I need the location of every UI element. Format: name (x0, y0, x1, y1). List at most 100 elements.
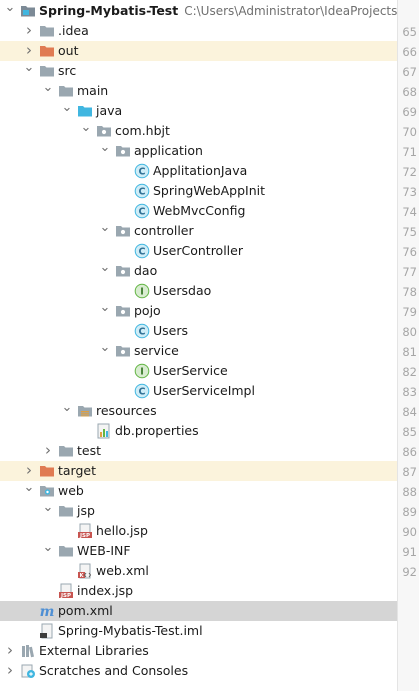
expand-arrow-down-icon[interactable]: ⌄ (42, 541, 54, 561)
tree-node-label: application (134, 143, 203, 158)
tree-node-label: controller (134, 223, 194, 238)
expand-arrow-right-icon[interactable]: › (23, 461, 35, 481)
xml-file-icon: K (77, 563, 93, 579)
expand-arrow-down-icon[interactable]: ⌄ (4, 1, 16, 21)
expand-arrow-down-icon[interactable]: ⌄ (99, 261, 111, 281)
tree-row[interactable]: m pom.xml (0, 601, 397, 621)
expand-arrow-down-icon[interactable]: ⌄ (42, 501, 54, 521)
tree-row[interactable]: C WebMvcConfig (0, 201, 397, 221)
tree-row[interactable]: ⌄ Spring-Mybatis-Test C:\Users\Administrat… (0, 1, 397, 21)
expand-arrow-down-icon[interactable]: ⌄ (42, 81, 54, 101)
package-icon (115, 223, 131, 239)
svg-text:m: m (40, 604, 55, 619)
line-number: 85 (402, 425, 417, 439)
tree-node-label: WebMvcConfig (153, 203, 246, 218)
tree-row[interactable]: JSP hello.jsp (0, 521, 397, 541)
tree-node-label: resources (96, 403, 157, 418)
tree-row[interactable]: ⌄ resources (0, 401, 397, 421)
tree-row[interactable]: C SpringWebAppInit (0, 181, 397, 201)
source-folder-icon (77, 103, 93, 119)
line-number: 87 (402, 465, 417, 479)
tree-node-label: UserServiceImpl (153, 383, 255, 398)
expand-arrow-down-icon[interactable]: ⌄ (99, 301, 111, 321)
tree-row[interactable]: ⌄ src (0, 61, 397, 81)
expand-arrow-down-icon[interactable]: ⌄ (99, 341, 111, 361)
tree-row[interactable]: C UserController (0, 241, 397, 261)
tree-row[interactable]: ⌄ web (0, 481, 397, 501)
tree-node-label: test (77, 443, 102, 458)
tree-row[interactable]: ⌄ WEB-INF (0, 541, 397, 561)
tree-row[interactable]: ⌄ dao (0, 261, 397, 281)
tree-row[interactable]: Kweb.xml (0, 561, 397, 581)
tree-row[interactable]: db.properties (0, 421, 397, 441)
svg-text:C: C (139, 327, 146, 338)
tree-row[interactable]: ⌄ controller (0, 221, 397, 241)
expand-arrow-right-icon[interactable]: › (42, 441, 54, 461)
tree-row[interactable]: › Scratches and Consoles (0, 661, 397, 681)
expand-arrow-right-icon[interactable]: › (23, 21, 35, 41)
tree-row[interactable]: ⌄ com.hbjt (0, 121, 397, 141)
svg-text:C: C (139, 387, 146, 398)
web-folder-icon (39, 483, 55, 499)
tree-row[interactable]: › .idea (0, 21, 397, 41)
line-number: 73 (402, 185, 417, 199)
tree-node-label: src (58, 63, 77, 78)
line-number: 65 (402, 25, 417, 39)
line-number: 75 (402, 225, 417, 239)
expand-arrow-right-icon[interactable]: › (4, 661, 16, 681)
tree-node-label: Spring-Mybatis-Test.iml (58, 623, 203, 638)
tree-node-label: UserService (153, 363, 228, 378)
line-number: 79 (402, 305, 417, 319)
expand-arrow-down-icon[interactable]: ⌄ (99, 221, 111, 241)
tree-row[interactable]: C ApplitationJava (0, 161, 397, 181)
svg-text:C: C (139, 167, 146, 178)
tree-row[interactable]: I UserService (0, 361, 397, 381)
module-folder-icon (20, 3, 36, 19)
expand-arrow-down-icon[interactable]: ⌄ (23, 481, 35, 501)
tree-row[interactable]: ⌄ java (0, 101, 397, 121)
tree-row[interactable]: › target (0, 461, 397, 481)
line-number: 80 (402, 325, 417, 339)
tree-row[interactable]: ⌄ main (0, 81, 397, 101)
tree-row[interactable]: I Usersdao (0, 281, 397, 301)
tree-row[interactable]: ⌄ jsp (0, 501, 397, 521)
tree-row[interactable]: ⌄ service (0, 341, 397, 361)
package-icon (115, 303, 131, 319)
package-icon (115, 143, 131, 159)
expand-arrow-down-icon[interactable]: ⌄ (99, 141, 111, 161)
tree-node-label: main (77, 83, 109, 98)
excluded-folder-icon (39, 43, 55, 59)
expand-arrow-down-icon[interactable]: ⌄ (23, 61, 35, 81)
line-number: 71 (402, 145, 417, 159)
tree-row[interactable]: › out (0, 41, 397, 61)
tree-row[interactable]: JSP index.jsp (0, 581, 397, 601)
tree-row[interactable]: ⌄ pojo (0, 301, 397, 321)
tree-row[interactable]: › External Libraries (0, 641, 397, 661)
svg-text:I: I (140, 287, 144, 298)
folder-icon (58, 503, 74, 519)
tree-node-label: java (96, 103, 123, 118)
expand-arrow-right-icon[interactable]: › (4, 641, 16, 661)
tree-row[interactable]: ⌄ application (0, 141, 397, 161)
svg-text:I: I (140, 367, 144, 378)
tree-row[interactable]: C Users (0, 321, 397, 341)
line-number: 72 (402, 165, 417, 179)
line-number: 81 (402, 345, 417, 359)
tree-node-label: target (58, 463, 97, 478)
libraries-icon (20, 643, 36, 659)
line-number: 83 (402, 385, 417, 399)
expand-arrow-down-icon[interactable]: ⌄ (61, 101, 73, 121)
tree-node-label: jsp (77, 503, 95, 518)
maven-file-icon: m (39, 603, 55, 620)
tree-row[interactable]: C UserServiceImpl (0, 381, 397, 401)
tree-node-label: web (58, 483, 84, 498)
expand-arrow-down-icon[interactable]: ⌄ (61, 401, 73, 421)
class-icon: C (134, 203, 150, 219)
class-icon: C (134, 183, 150, 199)
line-number: 66 (402, 45, 417, 59)
expand-arrow-right-icon[interactable]: › (23, 41, 35, 61)
line-number: 68 (402, 85, 417, 99)
tree-row[interactable]: Spring-Mybatis-Test.iml (0, 621, 397, 641)
tree-row[interactable]: › test (0, 441, 397, 461)
expand-arrow-down-icon[interactable]: ⌄ (80, 121, 92, 141)
